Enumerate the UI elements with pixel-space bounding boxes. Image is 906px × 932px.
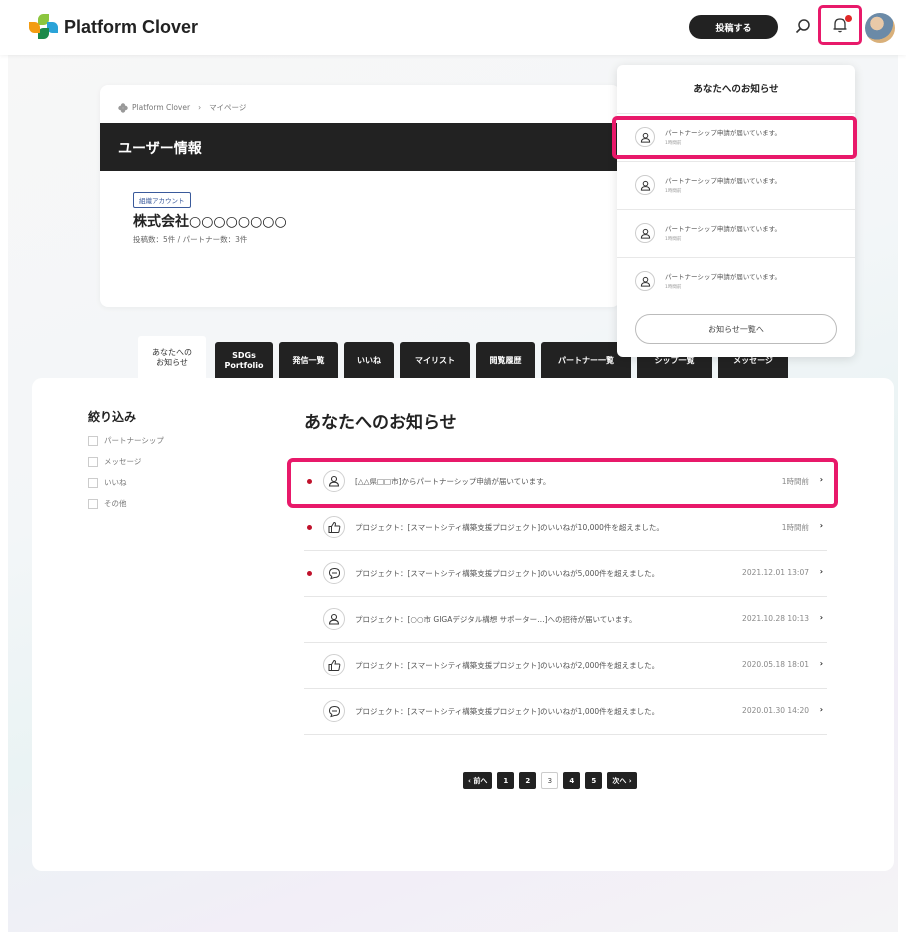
next-page-button[interactable]: 次へ › [607,772,637,789]
notification-text: プロジェクト：[スマートシティ構築支援プロジェクト]のいいねが1,000件を超え… [355,707,660,716]
page-button[interactable]: 2 [519,772,537,789]
notification-row[interactable]: プロジェクト：[スマートシティ構築支援プロジェクト]のいいねが5,000件を超え… [304,551,827,597]
dropdown-item-time: 1時間前 [665,237,682,242]
company-name: 株式会社○○○○○○○○ [133,214,287,230]
chevron-right-icon: › [819,613,823,622]
filter-label: パートナーシップ [104,436,164,445]
unread-dot [307,571,312,576]
page-button[interactable]: 5 [585,772,603,789]
account-type-badge: 組織アカウント [133,192,191,208]
notification-text: プロジェクト：[スマートシティ構築支援プロジェクト]のいいねが10,000件を超… [355,523,664,532]
dropdown-title: あなたへのお知らせ [693,84,779,95]
tab-sdgs-portfolio[interactable]: SDGs Portfolio [215,342,273,380]
notification-dropdown: あなたへのお知らせ パートナーシップ申請が届いています。 1時間前 パートナーシ… [617,65,855,357]
user-icon [323,608,345,630]
notification-text: プロジェクト：[スマートシティ構築支援プロジェクト]のいいねが5,000件を超え… [355,569,660,578]
filter-other[interactable]: その他 [88,498,127,509]
tab-likes[interactable]: いいね [344,342,394,380]
breadcrumb-separator: › [198,103,202,112]
user-icon [635,223,655,243]
user-icon [635,175,655,195]
checkbox[interactable] [88,456,98,467]
chevron-right-icon: › [819,705,823,714]
checkbox[interactable] [88,477,98,488]
logo-text: Platform Clover [64,16,199,37]
tab-posts[interactable]: 発信一覧 [279,342,338,380]
user-icon [635,271,655,291]
prev-page-button[interactable]: ‹ 前へ [463,772,493,789]
thumbs-up-icon [323,516,345,538]
dropdown-item-time: 1時間前 [665,285,682,290]
filter-partnership[interactable]: パートナーシップ [88,435,164,446]
chevron-right-icon: › [819,521,823,530]
filter-label: メッセージ [104,457,142,466]
user-info-card: Platform Clover › マイページ ユーザー情報 組織アカウント 株… [100,85,620,307]
chevron-right-icon: › [819,659,823,668]
notification-time: 2021.12.01 13:07 [742,568,809,577]
clover-logo-icon [28,14,58,40]
chevron-right-icon: › [819,567,823,576]
unread-dot [307,525,312,530]
notification-time: 2020.01.30 14:20 [742,706,809,715]
notification-row[interactable]: プロジェクト：[○○市 GIGAデジタル構想 サポーター…]への招待が届いていま… [304,597,827,643]
tab-mylist[interactable]: マイリスト [400,342,470,380]
notification-time: 2021.10.28 10:13 [742,614,809,623]
user-avatar[interactable] [865,13,895,43]
clover-small-icon [118,102,128,113]
filter-label: いいね [104,478,127,487]
filter-title: 絞り込み [88,410,137,424]
notification-bell-button[interactable] [818,5,862,45]
page-button[interactable]: 1 [497,772,515,789]
notification-row[interactable]: プロジェクト：[スマートシティ構築支援プロジェクト]のいいねが10,000件を超… [304,505,827,551]
filter-message[interactable]: メッセージ [88,456,141,467]
user-info-heading: ユーザー情報 [100,123,620,171]
notification-time: 2020.05.18 18:01 [742,660,809,669]
filter-like[interactable]: いいね [88,477,127,488]
view-all-notifications-button[interactable]: お知らせ一覧へ [635,314,837,344]
notification-badge [844,14,853,23]
pagination: ‹ 前へ 1 2 3 4 5 次へ › [463,772,637,789]
dropdown-item-time: 1時間前 [665,189,682,194]
notification-row[interactable]: プロジェクト：[スマートシティ構築支援プロジェクト]のいいねが1,000件を超え… [304,689,827,735]
search-icon[interactable] [792,16,814,38]
highlight-frame-notification [287,458,838,508]
notification-text: プロジェクト：[スマートシティ構築支援プロジェクト]のいいねが2,000件を超え… [355,661,660,670]
dropdown-item-text: パートナーシップ申請が届いています。 [665,225,782,233]
dropdown-item-text: パートナーシップ申請が届いています。 [665,273,782,281]
filter-label: その他 [104,499,127,508]
message-icon [323,562,345,584]
tab-history[interactable]: 閲覧履歴 [476,342,535,380]
site-header: Platform Clover 投稿する [0,0,906,55]
notification-time: 1時間前 [781,523,809,532]
message-icon [323,700,345,722]
dropdown-notification-item[interactable]: パートナーシップ申請が届いています。 1時間前 [617,257,855,305]
notifications-title: あなたへのお知らせ [304,413,457,433]
thumbs-up-icon [323,654,345,676]
notifications-panel: 絞り込み パートナーシップ メッセージ いいね その他 あなたへのお知らせ [△… [32,378,894,871]
post-button[interactable]: 投稿する [689,15,778,39]
page-button-current[interactable]: 3 [541,772,559,789]
breadcrumb-home[interactable]: Platform Clover [132,103,190,112]
breadcrumb-current: マイページ [209,103,247,112]
site-logo[interactable]: Platform Clover [28,14,198,40]
highlight-frame-dropdown-item [612,116,857,159]
breadcrumb: Platform Clover › マイページ [118,102,246,113]
dropdown-item-text: パートナーシップ申請が届いています。 [665,177,782,185]
checkbox[interactable] [88,435,98,446]
dropdown-notification-item[interactable]: パートナーシップ申請が届いています。 1時間前 [617,209,855,257]
dropdown-notification-item[interactable]: パートナーシップ申請が届いています。 1時間前 [617,161,855,209]
tab-notifications[interactable]: あなたへの お知らせ [138,336,206,380]
notification-row[interactable]: プロジェクト：[スマートシティ構築支援プロジェクト]のいいねが2,000件を超え… [304,643,827,689]
notification-text: プロジェクト：[○○市 GIGAデジタル構想 サポーター…]への招待が届いていま… [355,615,637,624]
user-stats: 投稿数：5件 / パートナー数：3件 [133,235,248,244]
page-button[interactable]: 4 [563,772,581,789]
checkbox[interactable] [88,498,98,509]
